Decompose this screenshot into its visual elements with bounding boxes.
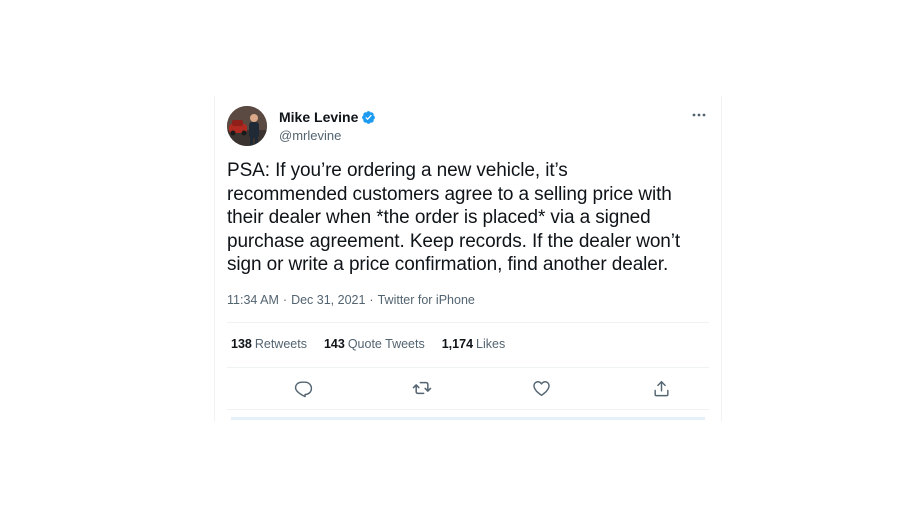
likes-label: Likes: [476, 337, 506, 351]
tweet-header: Mike Levine @mrlevine: [227, 102, 711, 150]
name-row: Mike Levine: [279, 107, 376, 127]
likes-count: 1,174: [441, 337, 474, 351]
tweet-text: PSA: If you’re ordering a new vehicle, i…: [227, 160, 681, 275]
retweets-count: 138: [231, 337, 252, 351]
quote-tweets-label: Quote Tweets: [347, 337, 425, 351]
meta-separator: ·: [282, 293, 288, 307]
more-options-icon[interactable]: [689, 108, 709, 122]
reply-box-edge: [231, 417, 705, 420]
divider: [227, 409, 709, 410]
quote-tweets-stat[interactable]: 143 Quote Tweets: [324, 337, 425, 351]
tweet-stats: 138 Retweets 143 Quote Tweets 1,174 Likes: [231, 337, 522, 351]
retweet-button[interactable]: [409, 375, 435, 401]
reply-icon: [294, 380, 312, 397]
verified-badge-icon: [361, 110, 376, 125]
retweets-stat[interactable]: 138 Retweets: [231, 337, 307, 351]
tweet-source[interactable]: Twitter for iPhone: [378, 293, 475, 307]
tweet-meta: 11:34 AM · Dec 31, 2021 · Twitter for iP…: [227, 293, 475, 307]
tweet-actions: [227, 375, 709, 401]
likes-stat[interactable]: 1,174 Likes: [442, 337, 505, 351]
avatar-photo-icon: [227, 106, 267, 146]
author-avatar[interactable]: [227, 106, 267, 146]
author-display-name[interactable]: Mike Levine: [279, 109, 358, 125]
reply-button[interactable]: [290, 375, 316, 401]
tweet-card: Mike Levine @mrlevine PSA: If you’re ord…: [214, 96, 722, 422]
tweet-time[interactable]: 11:34 AM: [227, 293, 279, 307]
retweet-icon: [412, 381, 432, 395]
divider: [227, 322, 709, 323]
page-background: Mike Levine @mrlevine PSA: If you’re ord…: [0, 0, 918, 516]
tweet-date[interactable]: Dec 31, 2021: [291, 293, 365, 307]
share-icon: [653, 380, 669, 396]
retweets-label: Retweets: [254, 337, 307, 351]
like-icon: [532, 380, 550, 396]
quote-tweets-count: 143: [323, 337, 345, 351]
meta-separator: ·: [369, 293, 374, 307]
like-button[interactable]: [528, 375, 554, 401]
divider: [227, 367, 709, 368]
author-handle[interactable]: @mrlevine: [279, 128, 376, 143]
author-name-block: Mike Levine @mrlevine: [279, 107, 376, 143]
share-button[interactable]: [648, 375, 674, 401]
